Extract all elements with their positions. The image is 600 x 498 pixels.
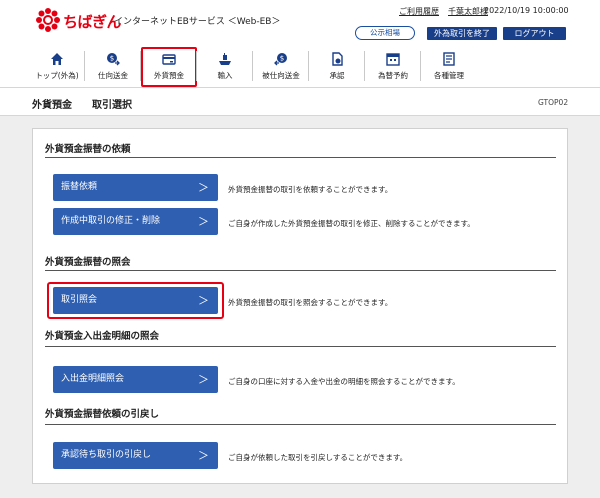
logout-button[interactable]: ログアウト	[503, 27, 566, 40]
service-name: インターネットEBサービス ＜Web-EB＞	[114, 17, 281, 27]
user-name-link[interactable]: 千葉太郎様	[448, 6, 488, 17]
chevron-right-icon: ＞	[198, 215, 209, 228]
button-label: 取引照会	[61, 295, 98, 305]
button-label: 入出金明細照会	[61, 374, 125, 384]
nav-label: 為替予約	[378, 71, 408, 80]
nav-item-fx-deposit[interactable]: 外貨預金	[141, 47, 197, 87]
import-icon	[219, 53, 231, 65]
nav-item-exchange-contract[interactable]: 為替予約	[365, 47, 421, 87]
section-title-statement-inquiry: 外貨預金入出金明細の照会	[45, 331, 160, 342]
inward-remittance-icon: $	[274, 53, 287, 66]
svg-text:$: $	[110, 55, 114, 63]
transaction-inquiry-button[interactable]: 取引照会 ＞	[53, 287, 218, 314]
usage-history-link[interactable]: ご利用履歴	[399, 6, 439, 17]
edit-delete-draft-button[interactable]: 作成中取引の修正・削除 ＞	[53, 208, 218, 235]
statement-inquiry-description: ご自身の口座に対する入金や出金の明細を照会することができます。	[228, 377, 460, 386]
section-title-transfer-request: 外貨預金振替の依頼	[45, 144, 131, 155]
header: ちばぎん インターネットEBサービス ＜Web-EB＞ ご利用履歴 千葉太郎様 …	[0, 0, 600, 88]
nav-label: 仕向送金	[98, 71, 128, 80]
public-rate-button[interactable]: 公示相場	[355, 26, 415, 40]
section-title-recall: 外貨預金振替依頼の引戻し	[45, 409, 160, 420]
nav-item-outward-remittance[interactable]: $ 仕向送金	[85, 47, 141, 87]
button-label: 作成中取引の修正・削除	[61, 216, 161, 226]
chibagin-logo-icon	[36, 8, 60, 32]
approval-icon	[332, 52, 343, 66]
screen-id: GTOP02	[538, 98, 569, 107]
nav-label: 外貨預金	[154, 71, 184, 80]
button-label: 承認待ち取引の引戻し	[61, 450, 152, 460]
transfer-request-button[interactable]: 振替依頼 ＞	[53, 174, 218, 201]
management-icon	[443, 52, 455, 66]
breadcrumb-level1: 外貨預金	[32, 100, 72, 111]
breadcrumb: 外貨預金 取引選択 GTOP02	[0, 88, 600, 116]
outward-remittance-icon: $	[107, 53, 120, 66]
chevron-right-icon: ＞	[198, 181, 209, 194]
exchange-contract-icon	[386, 53, 400, 66]
nav-label: 輸入	[217, 71, 233, 80]
transfer-request-description: 外貨預金振替の取引を依頼することができます。	[228, 185, 393, 194]
recall-pending-description: ご自身が依頼した取引を引戻しすることができます。	[228, 453, 408, 462]
page-title: 取引選択	[92, 100, 132, 111]
login-datetime: 2022/10/19 10:00:00	[484, 6, 569, 15]
svg-text:$: $	[280, 55, 284, 63]
section-divider	[45, 346, 556, 347]
statement-inquiry-button[interactable]: 入出金明細照会 ＞	[53, 366, 218, 393]
recall-pending-button[interactable]: 承認待ち取引の引戻し ＞	[53, 442, 218, 469]
nav-item-approval[interactable]: 承認	[309, 47, 365, 87]
end-fx-transaction-button[interactable]: 外為取引を終了	[427, 27, 497, 40]
section-title-transfer-inquiry: 外貨預金振替の照会	[45, 257, 131, 268]
section-divider	[45, 270, 556, 271]
home-icon	[51, 53, 63, 65]
edit-delete-draft-description: ご自身が作成した外貨預金振替の取引を修正、削除することができます。	[228, 219, 475, 228]
chevron-right-icon: ＞	[198, 294, 209, 307]
section-divider	[45, 157, 556, 158]
deposit-icon	[162, 54, 176, 65]
main-nav: トップ(外為) $ 仕向送金 外貨預金 輸入 $ 被仕向送金 承認 為替予約 各…	[29, 47, 477, 87]
transaction-inquiry-description: 外貨預金振替の取引を照会することができます。	[228, 298, 393, 307]
nav-item-top[interactable]: トップ(外為)	[29, 47, 85, 87]
nav-item-management[interactable]: 各種管理	[421, 47, 477, 87]
nav-label: 被仕向送金	[262, 71, 300, 80]
button-label: 振替依頼	[61, 182, 98, 192]
nav-label: トップ(外為)	[35, 71, 79, 80]
nav-label: 承認	[329, 71, 345, 80]
chevron-right-icon: ＞	[198, 373, 209, 386]
nav-item-inward-remittance[interactable]: $ 被仕向送金	[253, 47, 309, 87]
section-divider	[45, 424, 556, 425]
nav-label: 各種管理	[434, 71, 464, 80]
chevron-right-icon: ＞	[198, 449, 209, 462]
nav-item-import[interactable]: 輸入	[197, 47, 253, 87]
brand-name: ちばぎん	[63, 13, 122, 31]
transaction-menu-card: 外貨預金振替の依頼 振替依頼 ＞ 外貨預金振替の取引を依頼することができます。 …	[32, 128, 568, 484]
